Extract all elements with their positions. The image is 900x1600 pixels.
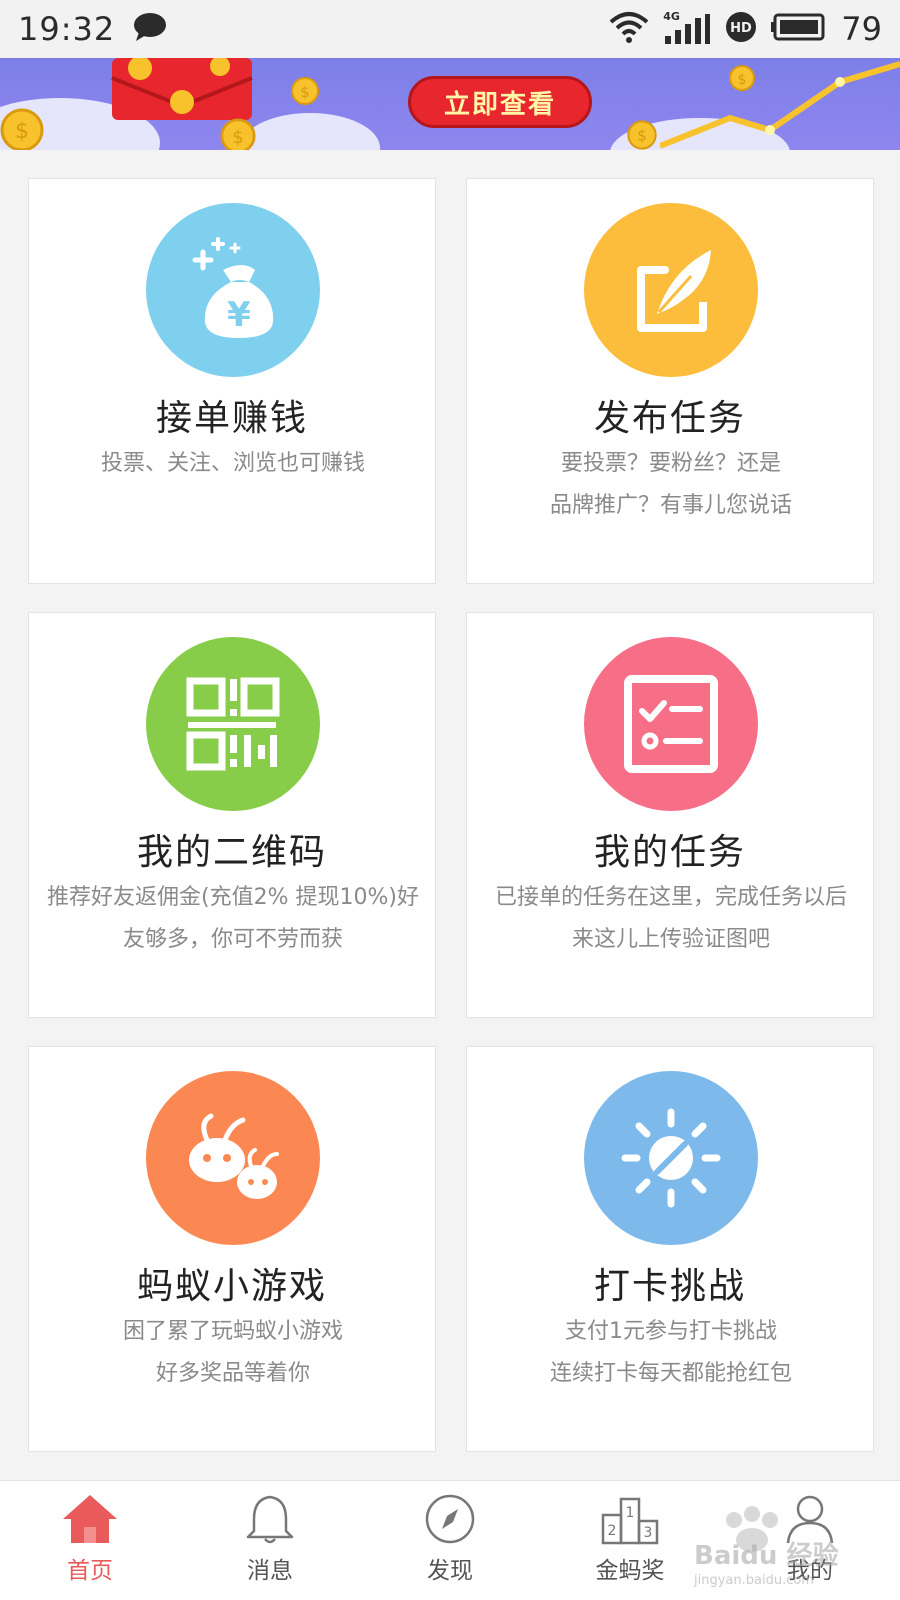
status-time: 19:32 [18, 10, 116, 48]
nav-label: 消息 [247, 1558, 293, 1584]
nav-label: 首页 [67, 1558, 113, 1584]
card-description-line: 品牌推广？有事儿您说话 [549, 493, 792, 518]
svg-text:$: $ [15, 119, 29, 144]
card-my-qr-code[interactable]: 我的二维码 推荐好友返佣金(充值2% 提现10%)好 友够多，你可不劳而获 [28, 612, 436, 1018]
task-list-icon [584, 637, 758, 811]
status-bar: 19:32 4G HD 79 [0, 0, 900, 58]
svg-text:HD: HD [730, 21, 752, 36]
nav-item-messages[interactable]: 消息 [180, 1481, 360, 1600]
svg-text:3: 3 [644, 1525, 653, 1541]
card-title: 我的任务 [593, 832, 746, 873]
home-icon [63, 1495, 117, 1543]
card-take-orders[interactable]: ¥ 接单赚钱 投票、关注、浏览也可赚钱 [28, 178, 436, 584]
coin-icon: $ [0, 108, 44, 150]
svg-text:$: $ [637, 126, 647, 144]
card-publish-task[interactable]: 发布任务 要投票？要粉丝？还是 品牌推广？有事儿您说话 [466, 178, 874, 584]
nav-label: 发现 [427, 1558, 473, 1584]
nav-item-discover[interactable]: 发现 [360, 1481, 540, 1600]
view-now-button[interactable]: 立即查看 [408, 76, 592, 128]
nav-label: 我的 [787, 1558, 833, 1584]
ant-game-icon [146, 1071, 320, 1245]
svg-text:$: $ [232, 127, 243, 148]
card-description: 投票、关注、浏览也可赚钱 [37, 443, 429, 485]
nav-item-golden-ant-award[interactable]: 2 1 3 金蚂奖 [540, 1481, 720, 1600]
card-description: 要投票？要粉丝？还是 品牌推广？有事儿您说话 [475, 443, 867, 527]
card-title: 接单赚钱 [155, 398, 308, 439]
money-bag-icon: ¥ [146, 203, 320, 377]
card-description: 已接单的任务在这里，完成任务以后 来这儿上传验证图吧 [475, 877, 867, 961]
nav-label: 金蚂奖 [595, 1558, 665, 1584]
card-description-line: 推荐好友返佣金(充值2% 提现10%)好 [47, 885, 419, 910]
feather-pen-icon [584, 203, 758, 377]
coin-icon: $ [291, 77, 319, 105]
chat-bubble-icon [133, 12, 167, 46]
card-title: 发布任务 [593, 398, 746, 439]
card-description-line: 友够多，你可不劳而获 [122, 927, 343, 952]
card-description-line: 支付1元参与打卡挑战 [565, 1319, 777, 1344]
svg-text:2: 2 [608, 1523, 617, 1539]
coin-icon: $ [627, 120, 657, 150]
card-description-line: 投票、关注、浏览也可赚钱 [100, 451, 365, 476]
bell-icon [246, 1495, 294, 1544]
svg-text:$: $ [300, 83, 310, 101]
card-description-line: 来这儿上传验证图吧 [571, 927, 770, 952]
battery-icon [771, 12, 827, 46]
sun-challenge-icon [584, 1071, 758, 1245]
card-description-line: 已接单的任务在这里，完成任务以后 [494, 885, 847, 910]
card-description-line: 困了累了玩蚂蚁小游戏 [122, 1319, 343, 1344]
battery-level: 79 [841, 10, 882, 48]
card-title: 蚂蚁小游戏 [136, 1266, 327, 1307]
card-description: 困了累了玩蚂蚁小游戏 好多奖品等着你 [37, 1311, 429, 1395]
podium-icon: 2 1 3 [601, 1497, 659, 1545]
user-icon [786, 1495, 834, 1544]
card-description: 推荐好友返佣金(充值2% 提现10%)好 友够多，你可不劳而获 [37, 877, 429, 961]
qr-code-icon [146, 637, 320, 811]
coin-icon: $ [220, 118, 256, 150]
compass-icon [425, 1494, 475, 1544]
svg-text:1: 1 [626, 1505, 635, 1521]
nav-item-home[interactable]: 首页 [0, 1481, 180, 1600]
card-my-tasks[interactable]: 我的任务 已接单的任务在这里，完成任务以后 来这儿上传验证图吧 [466, 612, 874, 1018]
card-description-line: 要投票？要粉丝？还是 [560, 451, 781, 476]
card-ant-mini-game[interactable]: 蚂蚁小游戏 困了累了玩蚂蚁小游戏 好多奖品等着你 [28, 1046, 436, 1452]
cellular-signal-icon: 4G [663, 10, 711, 46]
svg-text:¥: ¥ [227, 295, 251, 335]
promo-banner[interactable]: $ $ $ $ $ 立即查看 [0, 58, 900, 150]
card-title: 打卡挑战 [593, 1266, 746, 1307]
card-description-line: 好多奖品等着你 [155, 1361, 310, 1386]
nav-item-profile[interactable]: 我的 [720, 1481, 900, 1600]
card-check-in-challenge[interactable]: 打卡挑战 支付1元参与打卡挑战 连续打卡每天都能抢红包 [466, 1046, 874, 1452]
card-description-line: 连续打卡每天都能抢红包 [549, 1361, 792, 1386]
card-title: 我的二维码 [136, 832, 327, 873]
hd-voice-icon: HD [725, 11, 757, 47]
app-screen: 19:32 4G HD 79 $ $ $ $ $ 立即查看 ¥ 接单赚钱 投票、… [0, 0, 900, 1600]
wifi-icon [609, 10, 649, 48]
trend-arrow-icon [660, 61, 900, 149]
bottom-nav: 首页 消息 发现 2 1 3 金蚂奖 我的 [0, 1480, 900, 1600]
card-description: 支付1元参与打卡挑战 连续打卡每天都能抢红包 [475, 1311, 867, 1395]
